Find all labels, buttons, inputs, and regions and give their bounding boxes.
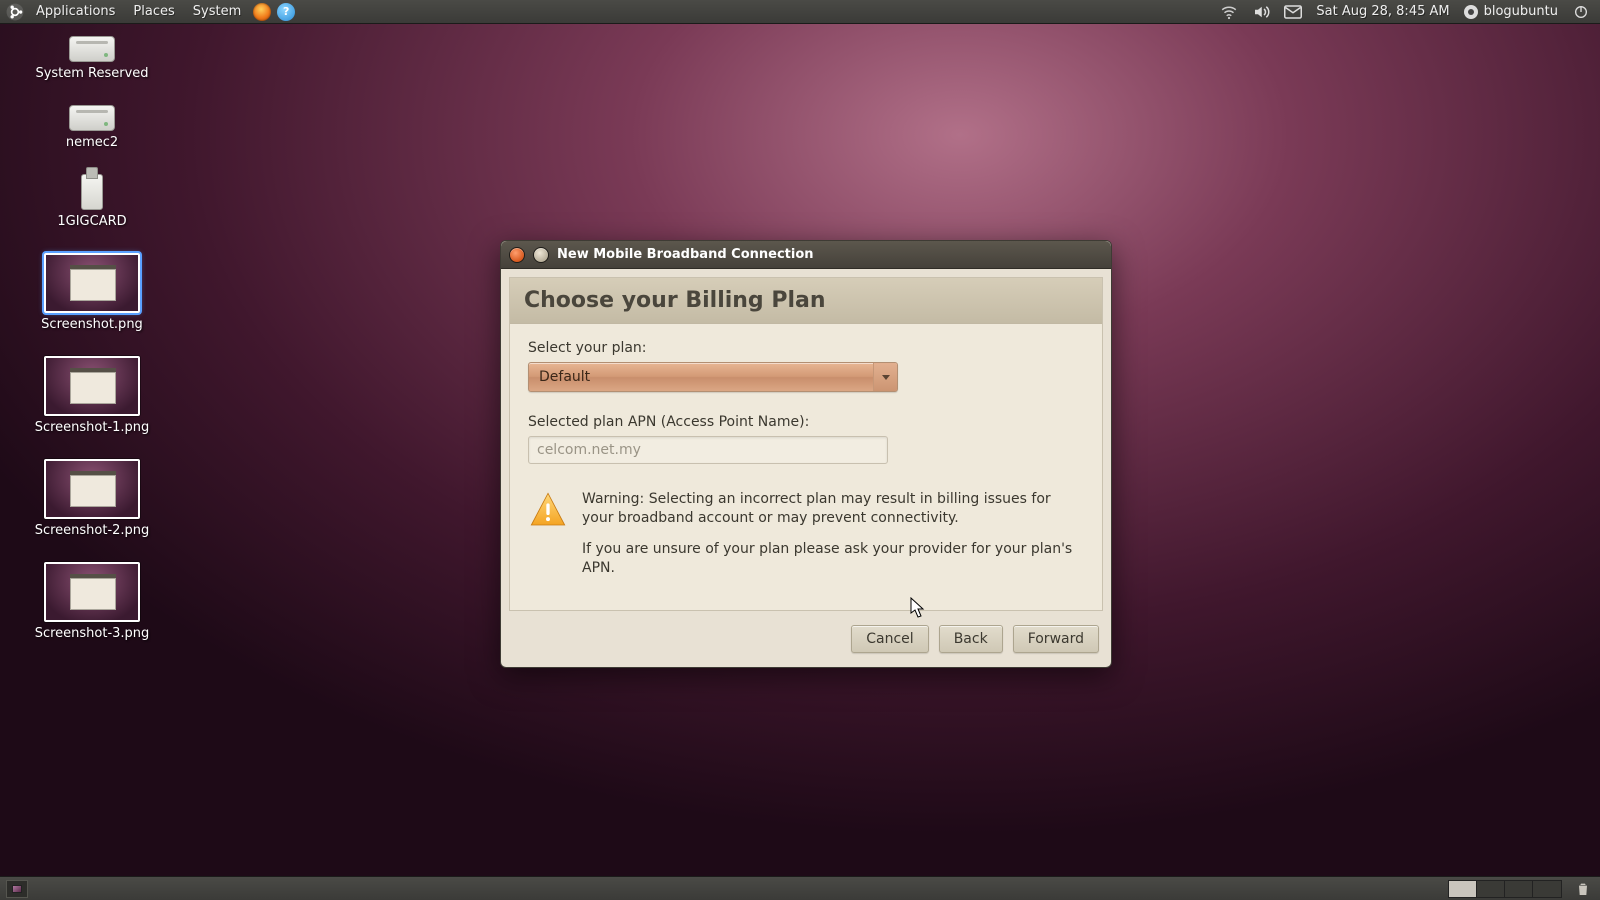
volume-icon[interactable]: [1252, 3, 1270, 21]
warning-block: Warning: Selecting an incorrect plan may…: [528, 490, 1084, 578]
user-status-icon: [1464, 5, 1478, 19]
image-thumbnail-icon: [44, 459, 140, 519]
desktop-icon-label: Screenshot-2.png: [35, 523, 150, 538]
desktop-icon-screenshot-2-png[interactable]: Screenshot-2.png: [22, 459, 162, 538]
desktop-icon-screenshot-png[interactable]: Screenshot.png: [22, 253, 162, 332]
dialog-body: Choose your Billing Plan Select your pla…: [501, 269, 1111, 667]
warning-line-1: Warning: Selecting an incorrect plan may…: [582, 490, 1084, 528]
power-icon[interactable]: [1572, 3, 1590, 21]
dialog-panel: Choose your Billing Plan Select your pla…: [509, 277, 1103, 611]
desktop-icon-1gigcard[interactable]: 1GIGCARD: [22, 174, 162, 229]
user-menu[interactable]: blogubuntu: [1464, 4, 1558, 19]
help-launcher-icon[interactable]: ?: [277, 3, 295, 21]
desktop-icon-label: Screenshot-1.png: [35, 420, 150, 435]
image-thumbnail-icon: [44, 562, 140, 622]
plan-select-label: Select your plan:: [528, 340, 1084, 356]
mobile-broadband-dialog: New Mobile Broadband Connection Choose y…: [500, 240, 1112, 668]
username-label: blogubuntu: [1484, 4, 1558, 19]
usb-drive-icon: [81, 174, 103, 210]
workspace-switcher[interactable]: [1448, 880, 1562, 898]
dialog-heading: Choose your Billing Plan: [524, 288, 1088, 313]
apn-input[interactable]: [528, 436, 888, 464]
trash-icon[interactable]: [1572, 880, 1594, 898]
desktop-icon-label: nemec2: [66, 135, 118, 150]
dialog-buttons: Cancel Back Forward: [509, 611, 1103, 653]
desktop-icons: System Reserved nemec2 1GIGCARD Screenshot.…: [22, 36, 162, 641]
network-icon[interactable]: [1220, 3, 1238, 21]
workspace-4[interactable]: [1533, 881, 1561, 897]
dialog-form: Select your plan: Default Selected plan …: [510, 324, 1102, 610]
workspace-1[interactable]: [1449, 881, 1477, 897]
plan-select[interactable]: Default: [528, 362, 898, 392]
image-thumbnail-icon: [44, 356, 140, 416]
warning-icon: [528, 490, 568, 578]
window-close-icon[interactable]: [509, 247, 525, 263]
desktop-icon-label: 1GIGCARD: [57, 214, 126, 229]
desktop-icon-label: Screenshot-3.png: [35, 626, 150, 641]
menu-applications[interactable]: Applications: [30, 0, 121, 24]
top-panel: Applications Places System ? Sat Aug 28,…: [0, 0, 1600, 24]
cancel-button[interactable]: Cancel: [851, 625, 928, 653]
window-minimize-icon[interactable]: [533, 247, 549, 263]
dialog-titlebar[interactable]: New Mobile Broadband Connection: [501, 241, 1111, 269]
desktop-icon-label: System Reserved: [35, 66, 148, 81]
workspace-2[interactable]: [1477, 881, 1505, 897]
clock[interactable]: Sat Aug 28, 8:45 AM: [1316, 4, 1449, 19]
bottom-panel: [0, 876, 1600, 900]
menu-system[interactable]: System: [187, 0, 247, 24]
desktop-icon-screenshot-3-png[interactable]: Screenshot-3.png: [22, 562, 162, 641]
top-panel-left: Applications Places System ?: [6, 0, 295, 24]
image-thumbnail-icon: [44, 253, 140, 313]
desktop-icon-system-reserved[interactable]: System Reserved: [22, 36, 162, 81]
drive-icon: [69, 105, 115, 131]
desktop-icon-label: Screenshot.png: [41, 317, 143, 332]
firefox-launcher-icon[interactable]: [253, 3, 271, 21]
drive-icon: [69, 36, 115, 62]
top-panel-right: Sat Aug 28, 8:45 AM blogubuntu: [1220, 3, 1594, 21]
forward-button[interactable]: Forward: [1013, 625, 1099, 653]
dialog-header: Choose your Billing Plan: [510, 278, 1102, 324]
desktop-icon-screenshot-1-png[interactable]: Screenshot-1.png: [22, 356, 162, 435]
chevron-down-icon: [873, 363, 897, 391]
warning-text: Warning: Selecting an incorrect plan may…: [582, 490, 1084, 578]
desktop-icon-nemec2[interactable]: nemec2: [22, 105, 162, 150]
back-button[interactable]: Back: [939, 625, 1003, 653]
apn-label: Selected plan APN (Access Point Name):: [528, 414, 1084, 430]
warning-line-2: If you are unsure of your plan please as…: [582, 540, 1084, 578]
plan-select-value: Default: [529, 369, 873, 385]
mail-icon[interactable]: [1284, 3, 1302, 21]
menu-places[interactable]: Places: [127, 0, 180, 24]
workspace-3[interactable]: [1505, 881, 1533, 897]
ubuntu-logo-icon[interactable]: [6, 3, 24, 21]
show-desktop-button[interactable]: [6, 880, 28, 898]
dialog-title: New Mobile Broadband Connection: [557, 247, 814, 262]
